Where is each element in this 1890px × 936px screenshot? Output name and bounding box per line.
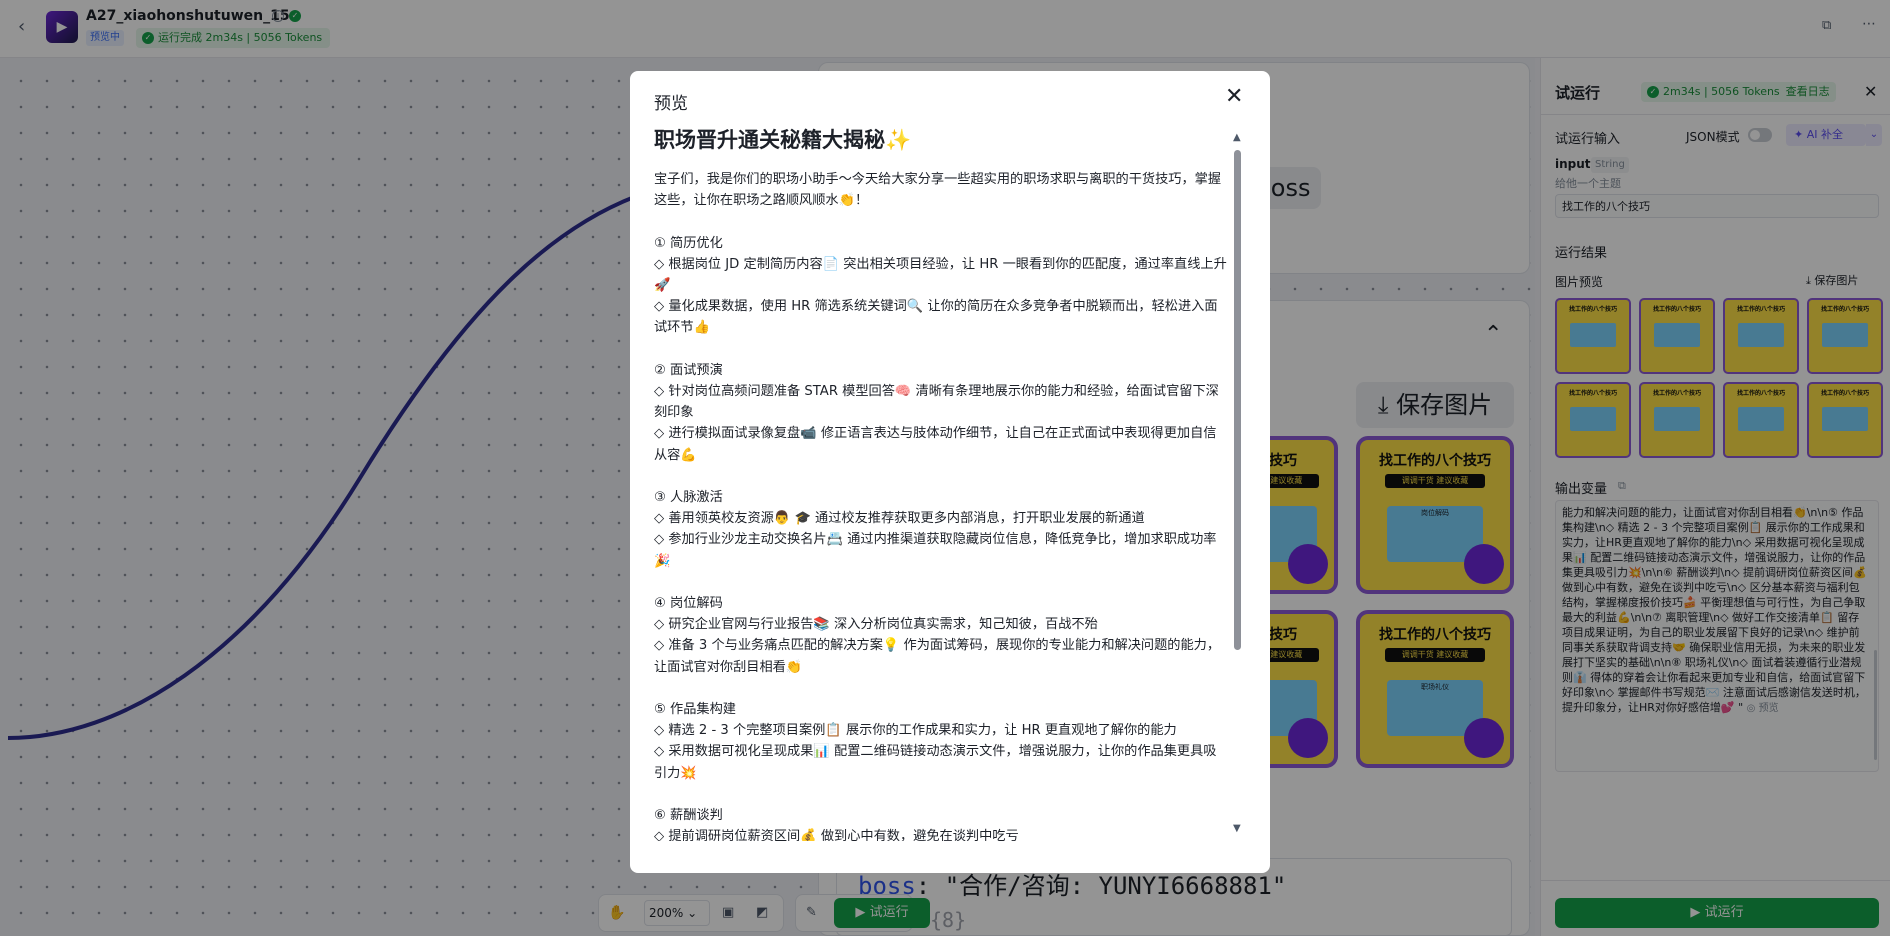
- preview-content[interactable]: 职场晋升通关秘籍大揭秘✨ 宝子们，我是你们的职场小助手～今天给大家分享一些超实用…: [654, 123, 1228, 841]
- document-line: ◇ 量化成果数据，使用 HR 筛选系统关键词🔍 让你的简历在众多竞争者中脱颖而出…: [654, 299, 1218, 336]
- document-line: ③ 人脉激活: [654, 490, 723, 505]
- close-icon[interactable]: ✕: [1225, 86, 1243, 108]
- document-line: ◇ 根据岗位 JD 定制简历内容📄 突出相关项目经验，让 HR 一眼看到你的匹配…: [654, 256, 1227, 293]
- document-title: 职场晋升通关秘籍大揭秘✨: [654, 128, 912, 152]
- document-line: ◇ 参加行业沙龙主动交换名片📇 通过内推渠道获取隐藏岗位信息，降低竞争比，增加求…: [654, 532, 1217, 569]
- document-line: ◇ 精选 2 - 3 个完整项目案例📋 展示你的工作成果和实力，让 HR 更直观…: [654, 723, 1177, 739]
- document-line: ① 简历优化: [654, 235, 723, 251]
- document-line: ◇ 研究企业官网与行业报告📚 深入分析岗位真实需求，知己知彼，百战不殆: [654, 617, 1098, 633]
- document-line: ⑤ 作品集构建: [654, 702, 736, 717]
- document-line: 宝子们，我是你们的职场小助手～今天给大家分享一些超实用的职场求职与离职的干货技巧…: [654, 172, 1222, 209]
- document-line: ⑥ 薪酬谈判: [654, 808, 723, 823]
- modal-title: 预览: [654, 94, 688, 114]
- document-line: ◇ 准备 3 个与业务痛点匹配的解决方案💡 作为面试筹码，展现你的专业能力和解决…: [654, 638, 1221, 675]
- document-line: ◇ 提前调研岗位薪资区间💰 做到心中有数，避免在谈判中吃亏: [654, 829, 1019, 841]
- document-line: ④ 岗位解码: [654, 596, 723, 611]
- document-line: ② 面试预演: [654, 362, 723, 378]
- document-line: ◇ 针对岗位高频问题准备 STAR 模型回答🧠 清晰有条理地展示你的能力和经验，…: [654, 384, 1219, 421]
- modal-scrollbar-thumb[interactable]: [1234, 150, 1241, 650]
- document-line: ◇ 采用数据可视化呈现成果📊 配置二维码链接动态演示文件，增强说服力，让你的作品…: [654, 744, 1217, 781]
- scroll-down-icon[interactable]: ▼: [1233, 823, 1241, 834]
- document-line: ◇ 善用领英校友资源👨 🎓 通过校友推荐获取更多内部消息，打开职业发展的新通道: [654, 511, 1145, 527]
- document-line: ◇ 进行模拟面试录像复盘📹 修正语言表达与肢体动作细节，让自己在正式面试中表现得…: [654, 426, 1217, 463]
- scroll-up-icon[interactable]: ▲: [1233, 132, 1241, 143]
